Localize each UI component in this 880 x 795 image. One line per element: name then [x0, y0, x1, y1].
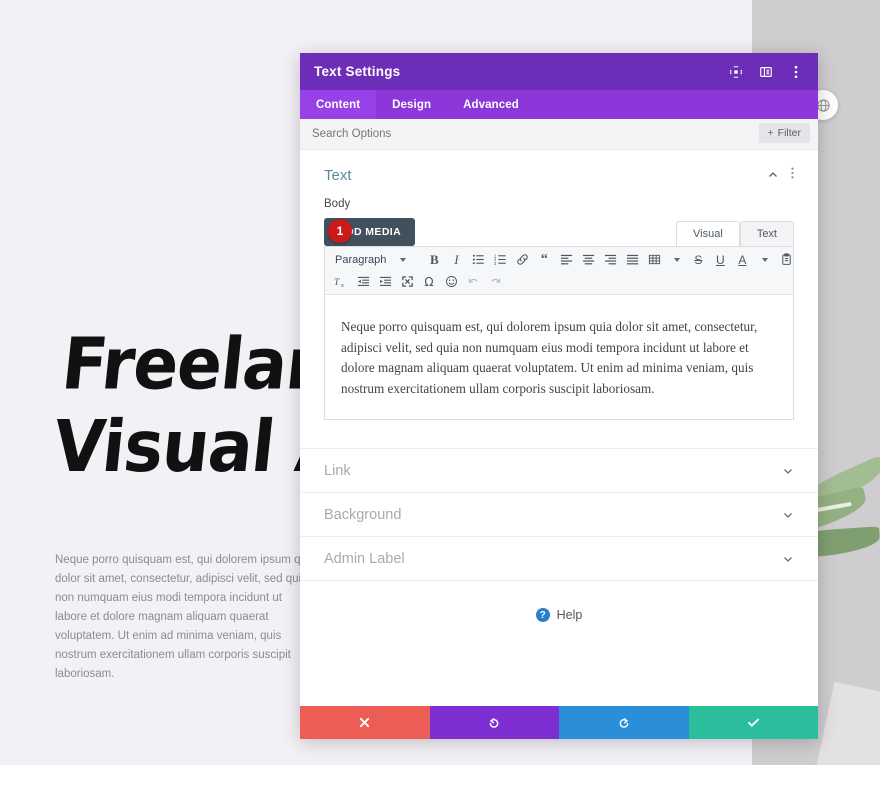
accordion-background[interactable]: Background [300, 492, 818, 536]
save-button[interactable] [688, 706, 818, 739]
step-badge-1: 1 [328, 219, 352, 243]
bold-icon[interactable]: B [424, 250, 444, 269]
fullscreen-icon[interactable] [397, 272, 417, 291]
chevron-down-icon[interactable] [782, 553, 794, 565]
target-icon[interactable] [728, 64, 744, 80]
check-icon [746, 715, 761, 730]
table-icon[interactable] [644, 250, 664, 269]
paragraph-format-select[interactable]: Paragraph [331, 250, 390, 269]
text-section: Text Body ADD MEDIA Visual Text Paragrap… [300, 150, 818, 420]
modal-header-icons [728, 64, 804, 80]
tab-text[interactable]: Text [739, 221, 794, 246]
editor-top-row: ADD MEDIA Visual Text [324, 218, 794, 246]
question-mark-icon: ? [535, 608, 550, 622]
accordion-admin-label-label: Admin Label [324, 550, 405, 567]
svg-text:3: 3 [494, 261, 497, 266]
accordion-link-label: Link [324, 462, 351, 479]
close-button[interactable] [300, 706, 430, 739]
kebab-menu-icon[interactable] [788, 64, 804, 80]
modal-title: Text Settings [314, 64, 401, 79]
redo-button[interactable] [559, 706, 689, 739]
tinymce-editor: Paragraph B I 1 2 3 “ S U A T x Ω Neque … [324, 246, 794, 420]
align-left-icon[interactable] [556, 250, 576, 269]
italic-icon[interactable]: I [446, 250, 466, 269]
special-character-icon[interactable]: Ω [419, 272, 439, 291]
plus-icon: + [767, 127, 774, 139]
chevron-down-icon[interactable] [782, 509, 794, 521]
tab-content[interactable]: Content [300, 90, 377, 119]
text-section-header[interactable]: Text [324, 166, 794, 184]
strikethrough-icon[interactable]: S [688, 250, 708, 269]
paste-as-text-icon[interactable] [776, 250, 796, 269]
search-options-bar: + Filter [300, 119, 818, 150]
tab-visual[interactable]: Visual [676, 221, 740, 246]
photo-object [811, 681, 880, 765]
redo-icon[interactable] [485, 272, 505, 291]
help-link[interactable]: Help [557, 608, 583, 622]
text-section-header-icons [767, 166, 794, 184]
editor-toolbar: Paragraph B I 1 2 3 “ S U A T x Ω [325, 247, 793, 295]
indent-icon[interactable] [375, 272, 395, 291]
text-section-title: Text [324, 166, 352, 184]
svg-text:T: T [334, 278, 340, 288]
kebab-menu-icon[interactable] [791, 166, 794, 184]
body-field-label: Body [324, 198, 351, 210]
blockquote-icon[interactable]: “ [534, 250, 554, 269]
chevron-down-icon[interactable] [782, 465, 794, 477]
emoji-icon[interactable] [441, 272, 461, 291]
accordion-background-label: Background [324, 506, 402, 523]
x-icon [358, 716, 371, 729]
bullet-list-icon[interactable] [468, 250, 488, 269]
undo-icon[interactable] [463, 272, 483, 291]
editor-content-area[interactable]: Neque porro quisquam est, qui dolorem ip… [325, 295, 793, 419]
text-color-caret[interactable] [754, 250, 774, 269]
numbered-list-icon[interactable]: 1 2 3 [490, 250, 510, 269]
background-paragraph: Neque porro quisquam est, qui dolorem ip… [55, 554, 316, 680]
align-center-icon[interactable] [578, 250, 598, 269]
modal-body: Text Body ADD MEDIA Visual Text Paragrap… [300, 150, 818, 706]
body-editor: ADD MEDIA Visual Text Paragraph B I 1 2 … [324, 218, 794, 420]
filter-button[interactable]: + Filter [758, 123, 810, 143]
editor-toolbar-row-1: Paragraph B I 1 2 3 “ S U A [325, 247, 793, 272]
link-icon[interactable] [512, 250, 532, 269]
tab-design[interactable]: Design [376, 90, 447, 119]
text-settings-modal: Text Settings Content Design Advanced Se… [300, 53, 818, 739]
modal-footer [300, 706, 818, 739]
undo-button[interactable] [429, 706, 559, 739]
tab-advanced[interactable]: Advanced [447, 90, 535, 119]
clear-formatting-icon[interactable]: T x [331, 272, 351, 291]
svg-text:x: x [341, 283, 344, 288]
layout-panel-icon[interactable] [758, 64, 774, 80]
redo-arrow-icon [617, 716, 631, 730]
align-right-icon[interactable] [600, 250, 620, 269]
search-input[interactable] [312, 128, 632, 140]
align-justify-icon[interactable] [622, 250, 642, 269]
help-row: ? Help [300, 580, 818, 622]
filter-button-label: Filter [777, 127, 801, 139]
undo-arrow-icon [487, 716, 501, 730]
accordion-admin-label[interactable]: Admin Label [300, 536, 818, 580]
accordion-link[interactable]: Link [300, 448, 818, 492]
editor-mode-tabs: Visual Text [676, 221, 794, 246]
editor-toolbar-row-2: T x Ω [325, 272, 793, 294]
paragraph-format-caret[interactable] [392, 250, 412, 269]
table-caret[interactable] [666, 250, 686, 269]
screen: Freelan Visual A Neque porro quisquam es… [0, 0, 880, 795]
outdent-icon[interactable] [353, 272, 373, 291]
modal-header: Text Settings [300, 53, 818, 90]
chevron-up-icon[interactable] [767, 169, 779, 181]
underline-icon[interactable]: U [710, 250, 730, 269]
modal-tabs: Content Design Advanced [300, 90, 818, 119]
text-color-icon[interactable]: A [732, 250, 752, 269]
